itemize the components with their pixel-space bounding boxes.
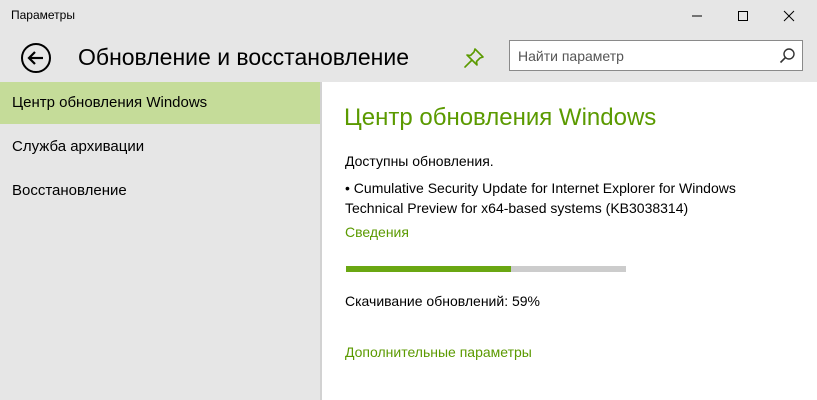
download-progress-fill [346, 266, 512, 272]
sidebar-item-label: Служба архивации [12, 138, 145, 155]
advanced-options-link[interactable]: Дополнительные параметры [345, 344, 532, 360]
back-button[interactable] [20, 42, 52, 74]
section-title: Центр обновления Windows [344, 104, 657, 131]
download-progress-text: Скачивание обновлений: 59% [345, 293, 540, 309]
minimize-button[interactable] [674, 0, 720, 32]
update-list-item: • Cumulative Security Update for Interne… [345, 180, 736, 216]
sidebar-item-backup[interactable]: Служба архивации [0, 126, 320, 168]
search-input[interactable] [510, 41, 772, 70]
close-icon [783, 10, 795, 22]
maximize-button[interactable] [720, 0, 766, 32]
main-content: Центр обновления Windows Доступны обновл… [322, 82, 817, 400]
header: Обновление и восстановление [0, 32, 817, 82]
page-title: Обновление и восстановление [78, 44, 409, 70]
update-status-text: Доступны обновления. [345, 153, 494, 169]
search-box [509, 40, 803, 71]
details-link[interactable]: Сведения [345, 224, 409, 240]
sidebar: Центр обновления Windows Служба архиваци… [0, 82, 320, 400]
sidebar-item-windows-update[interactable]: Центр обновления Windows [0, 82, 320, 124]
maximize-icon [738, 11, 748, 21]
pin-button[interactable] [462, 46, 486, 70]
sidebar-item-label: Восстановление [12, 182, 127, 199]
settings-window: Параметры Обновление и восстановление На… [0, 0, 817, 400]
download-progress-bar [346, 266, 626, 272]
title-bar: Параметры [0, 0, 817, 32]
search-icon[interactable] [779, 47, 796, 64]
sidebar-item-label: Центр обновления Windows [12, 94, 208, 111]
pin-icon [464, 48, 484, 68]
window-title: Параметры [11, 8, 75, 22]
close-button[interactable] [766, 0, 812, 32]
sidebar-item-recovery[interactable]: Восстановление [0, 170, 320, 212]
back-arrow-icon [21, 43, 51, 73]
minimize-icon [692, 15, 702, 17]
